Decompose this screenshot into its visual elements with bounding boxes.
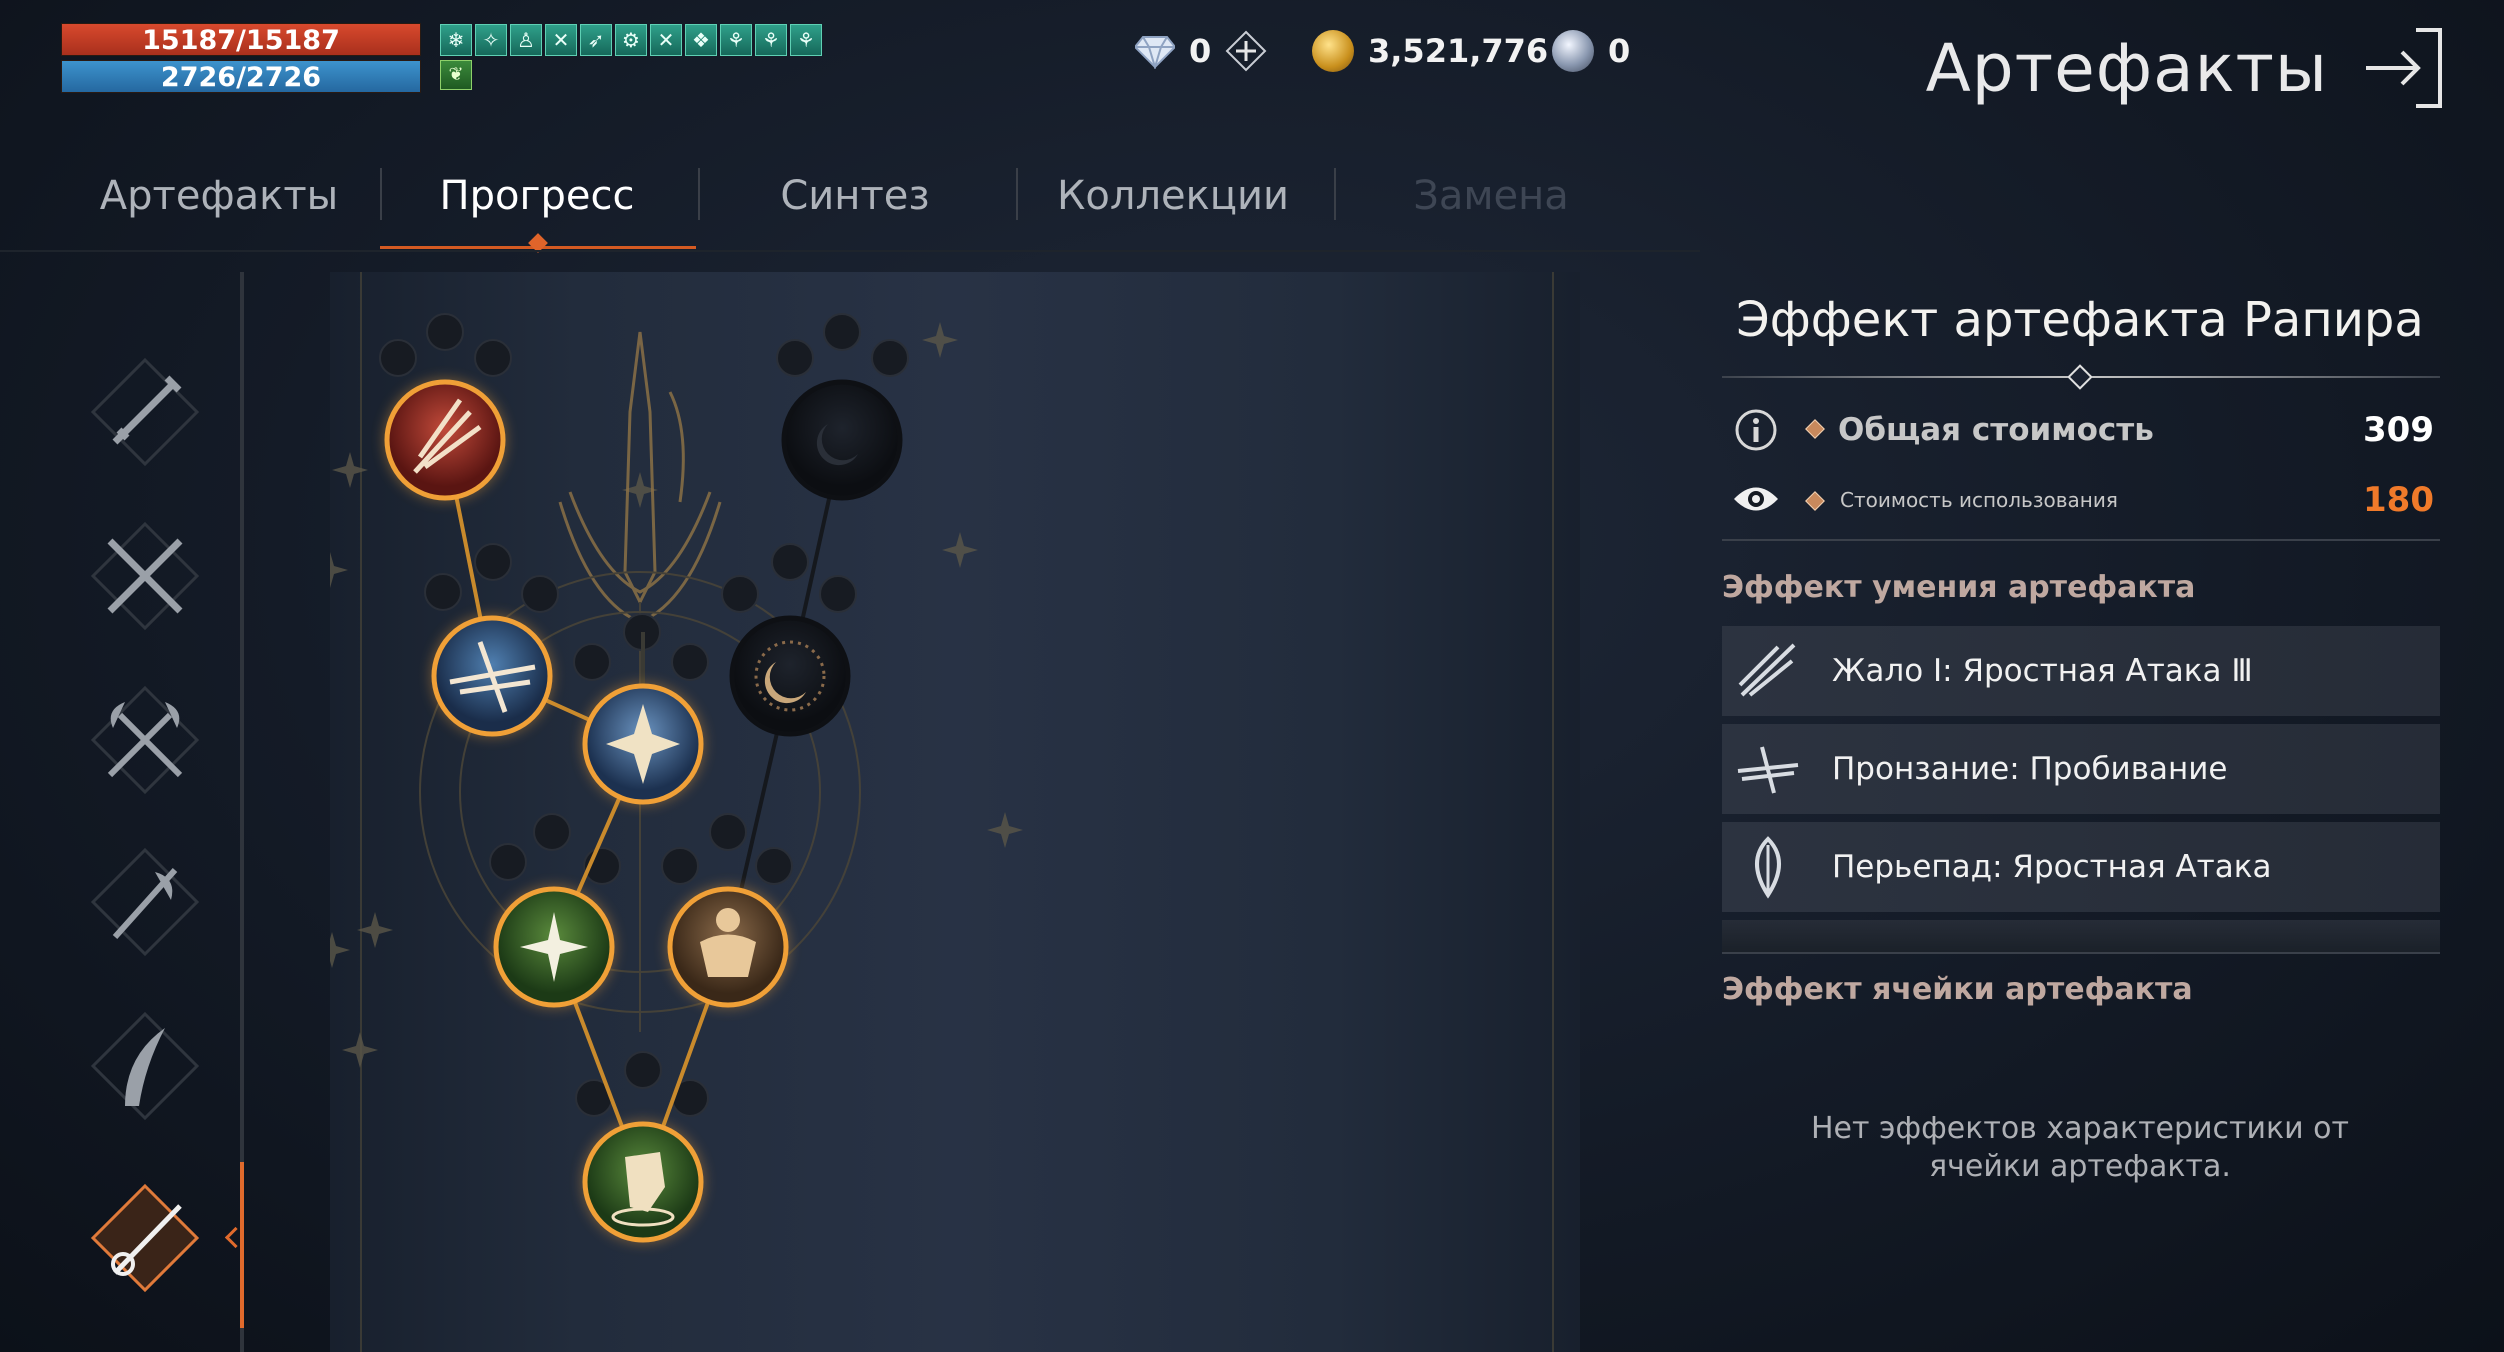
warrior-node[interactable] (666, 885, 790, 1009)
use-cost-label: Стоимость использования (1840, 488, 2118, 512)
crossed-axes-icon[interactable] (85, 680, 205, 800)
green-star-node[interactable] (492, 885, 616, 1009)
silver-currency: 0 (1552, 30, 1630, 72)
buff-icon: ❖ (685, 24, 717, 56)
tab-artifacts[interactable]: Артефакты (60, 160, 378, 252)
cost-diamond-icon (1805, 419, 1825, 439)
tab-divider (1334, 168, 1336, 220)
moon-node-mid[interactable] (729, 615, 851, 737)
rapier-sting-icon (1738, 643, 1796, 697)
fist-node[interactable] (581, 1120, 705, 1244)
silver-count: 0 (1608, 32, 1631, 70)
leaf-buff-icon: ❦ (440, 60, 472, 90)
total-cost-label: Общая стоимость (1838, 412, 2154, 448)
header-divider (0, 250, 1700, 252)
skill-effect-item[interactable]: Перьепад: Яростная Атака (1722, 822, 2440, 912)
cost-diamond-icon (1805, 491, 1825, 511)
blue-blades-node[interactable] (430, 614, 554, 738)
buff-icon: ✕ (650, 24, 682, 56)
tab-synthesis[interactable]: Синтез (696, 160, 1014, 252)
eye-icon[interactable] (1732, 482, 1780, 516)
buff-icon: ♙ (510, 24, 542, 56)
title-divider-marker (2067, 364, 2093, 390)
buff-icon: ➶ (580, 24, 612, 56)
skill-effect-label: Пронзание: Пробивание (1832, 751, 2228, 787)
rapier-icon[interactable] (85, 1178, 205, 1298)
diamond-currency: 0 (1135, 30, 1267, 72)
skill-effect-header: Эффект умения артефакта (1722, 570, 2196, 605)
tab-divider (1016, 168, 1018, 220)
skill-effect-item[interactable]: Пронзание: Пробивание (1722, 724, 2440, 814)
tab-divider (380, 168, 382, 220)
red-blades-node[interactable] (383, 378, 507, 502)
skill-list-fade (1722, 920, 2440, 954)
pierce-icon (1737, 746, 1799, 794)
artifact-tree-board (330, 272, 1580, 1352)
exit-icon[interactable] (2358, 26, 2446, 110)
buff-icon: ✧ (475, 24, 507, 56)
page-title: Артефакты (1925, 30, 2328, 107)
tree-diagram (330, 313, 1023, 1244)
buff-icon: ❄ (440, 24, 472, 56)
mp-bar: 2726/2726 (61, 60, 421, 93)
skill-effect-item[interactable]: Жало Ⅰ: Яростная Атака Ⅲ (1722, 626, 2440, 716)
buff-icon: ⚘ (755, 24, 787, 56)
diamond-icon (1135, 36, 1175, 69)
info-icon[interactable] (1734, 408, 1778, 452)
cell-effect-empty-text: Нет эффектов характеристики от ячейки ар… (1810, 1111, 2350, 1184)
effect-panel-title: Эффект артефакта Рапира (1736, 292, 2424, 348)
tab-collections[interactable]: Коллекции (1014, 160, 1332, 252)
use-cost-row: Стоимость использования 180 (1722, 474, 2440, 526)
diamond-count: 0 (1189, 32, 1212, 70)
tab-divider (698, 168, 700, 220)
silver-coin-icon (1552, 30, 1594, 72)
cost-divider (1722, 539, 2440, 541)
use-cost-value: 180 (2363, 480, 2434, 520)
total-cost-row: Общая стоимость 309 (1722, 404, 2440, 456)
buff-icon: ⚘ (790, 24, 822, 56)
buff-icon: ⚙ (615, 24, 647, 56)
gold-coin-icon (1312, 30, 1354, 72)
tab-replace: Замена (1413, 173, 1569, 219)
scimitar-icon[interactable] (85, 1006, 205, 1126)
feather-icon (1755, 836, 1781, 899)
skill-effect-label: Жало Ⅰ: Яростная Атака Ⅲ (1832, 653, 2253, 689)
buff-icon: ✕ (545, 24, 577, 56)
skill-effect-label: Перьепад: Яростная Атака (1832, 849, 2272, 885)
hp-bar: 15187/15187 (61, 23, 421, 56)
category-scroll-thumb[interactable] (240, 1162, 244, 1328)
sword-icon[interactable] (85, 352, 205, 472)
tab-bar: Артефакты Прогресс Синтез Коллекции Заме… (60, 160, 1580, 252)
gold-count: 3,521,776 (1368, 32, 1549, 70)
gold-currency: 3,521,776 (1312, 30, 1548, 72)
buff-icon: ⚘ (720, 24, 752, 56)
total-cost-value: 309 (2363, 410, 2434, 450)
halberd-icon[interactable] (85, 842, 205, 962)
skill-list-divider (1722, 952, 2440, 954)
center-burst-node[interactable] (581, 682, 705, 806)
buff-bar: ❄ ✧ ♙ ✕ ➶ ⚙ ✕ ❖ ⚘ ⚘ ⚘ (440, 24, 822, 56)
crossed-swords-icon[interactable] (85, 516, 205, 636)
cell-effect-header: Эффект ячейки артефакта (1722, 972, 2193, 1007)
moon-node-top[interactable] (781, 379, 903, 501)
add-diamonds-button[interactable] (1225, 30, 1267, 72)
